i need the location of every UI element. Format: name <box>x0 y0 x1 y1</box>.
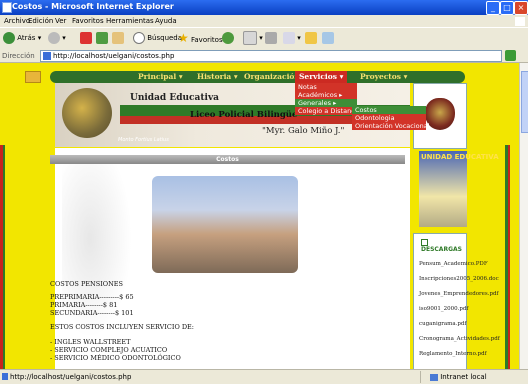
back-arrow-icon <box>3 32 15 44</box>
service-item: - INGLES WALLSTREET <box>50 338 131 346</box>
toolbar: Atrás ▾ ▾ Búsqueda ★ Favoritos ▾ ▾ <box>0 27 528 50</box>
scrollbar-thumb[interactable] <box>521 71 528 133</box>
costs-note: ESTOS COSTOS INCLUYEN SERVICIO DE: <box>50 323 194 331</box>
download-link[interactable]: Inscripciones2005_2006.doc <box>419 276 499 282</box>
search-button[interactable]: Búsqueda <box>133 31 182 45</box>
messenger-icon <box>322 32 334 44</box>
edit-button[interactable]: ▾ <box>283 31 301 45</box>
window-title: Costos - Microsoft Internet Explorer <box>12 2 174 11</box>
emblem-image <box>62 88 112 138</box>
favorites-button[interactable]: ★ Favoritos <box>178 31 223 45</box>
home-icon <box>112 32 124 44</box>
download-link[interactable]: Reglamento_Interno.pdf <box>419 351 487 357</box>
price-preprimaria: PREPRIMARIA---------$ 65 <box>50 293 134 301</box>
submenu-item[interactable]: Orientación Vocacional <box>352 122 430 130</box>
banner-motto: Monto Fortius Latius <box>118 137 169 143</box>
right-red-strip <box>508 145 510 369</box>
status-text: http://localhost/uelgani/costos.php <box>10 373 132 381</box>
dropdown-item[interactable]: Académicos ▸ <box>295 91 357 99</box>
download-link[interactable]: Cronograma_Actividades.pdf <box>419 336 500 342</box>
nav-historia[interactable]: Historia ▾ <box>197 71 238 83</box>
downloads-icon <box>421 239 428 246</box>
dropdown-item[interactable]: Notas <box>295 83 357 91</box>
stop-button[interactable] <box>80 31 92 45</box>
intranet-icon <box>430 373 438 381</box>
search-icon <box>133 32 145 44</box>
folder-button[interactable] <box>305 31 317 45</box>
refresh-icon <box>96 32 108 44</box>
minimize-button[interactable]: _ <box>486 1 500 15</box>
messenger-button[interactable] <box>322 31 334 45</box>
forward-arrow-icon <box>48 32 60 44</box>
download-link[interactable]: Jovenes_Emprendedores.pdf <box>419 291 499 297</box>
address-input[interactable]: http://localhost/uelgani/costos.php <box>40 50 502 62</box>
print-icon <box>265 32 277 44</box>
folder-icon <box>305 32 317 44</box>
menu-ver[interactable]: Ver <box>55 17 66 25</box>
forward-button[interactable]: ▾ <box>48 31 66 45</box>
left-green-strip <box>3 145 5 369</box>
nav-bar: Principal ▾ Historia ▾ Organización ▾ Se… <box>50 71 465 83</box>
security-zone: Intranet local <box>430 373 487 381</box>
mail-button[interactable]: ▾ <box>243 31 263 45</box>
nav-principal[interactable]: Principal ▾ <box>138 71 183 83</box>
go-button[interactable] <box>505 50 516 61</box>
dropdown-item-selected[interactable]: Generales ▸ <box>295 99 357 107</box>
service-item: - SERVICIO MÉDICO ODONTOLÓGICO <box>50 354 181 362</box>
close-button[interactable]: × <box>514 1 528 15</box>
vertical-scrollbar[interactable] <box>519 63 528 369</box>
nav-servicios[interactable]: Servicios ▾ <box>295 71 348 83</box>
price-primaria: PRIMARIA--------$ 81 <box>50 301 118 309</box>
back-button[interactable]: Atrás ▾ <box>3 31 41 45</box>
generales-submenu: Costos Odontologia Orientación Vocaciona… <box>352 106 430 130</box>
submenu-item-selected[interactable]: Costos <box>352 106 426 114</box>
page-viewport: Principal ▾ Historia ▾ Organización ▾ Se… <box>0 63 519 369</box>
address-label: Dirección <box>2 52 35 60</box>
edit-icon <box>283 32 295 44</box>
mail-icon <box>243 31 257 45</box>
advert-title: UNIDAD EDUCATIVA <box>421 153 499 161</box>
service-item: - SERVICIO COMPLEJO ACUATICO <box>50 346 168 354</box>
history-icon <box>222 32 234 44</box>
costs-heading: COSTOS PENSIONES <box>50 280 123 288</box>
ie-icon <box>2 2 12 13</box>
servicios-dropdown: Notas Académicos ▸ Generales ▸ Colegio a… <box>295 83 361 115</box>
page-icon <box>43 52 51 60</box>
menu-favoritos[interactable]: Favoritos <box>72 17 104 25</box>
home-button[interactable] <box>112 31 124 45</box>
downloads-panel <box>413 233 467 369</box>
title-bar: Costos - Microsoft Internet Explorer _ □… <box>0 0 528 15</box>
star-icon: ★ <box>178 31 189 45</box>
page-icon <box>2 373 8 380</box>
download-link[interactable]: Pensum_Academico.PDF <box>419 261 488 267</box>
address-bar: Dirección http://localhost/uelgani/costo… <box>0 49 528 63</box>
section-title-bar: Costos <box>50 155 405 164</box>
download-link[interactable]: cuganigrama.pdf <box>419 321 466 327</box>
status-separator <box>420 371 421 383</box>
refresh-button[interactable] <box>96 31 108 45</box>
menu-herramientas[interactable]: Herramientas <box>106 17 154 25</box>
history-button[interactable] <box>222 31 234 45</box>
banner-line1: Unidad Educativa <box>130 93 220 103</box>
download-link[interactable]: iso9001_2000.pdf <box>419 306 468 312</box>
students-photo <box>152 176 298 273</box>
banner-line3: "Myr. Galo Miño J." <box>262 126 345 136</box>
submenu-item[interactable]: Odontologia <box>352 114 426 122</box>
advert-image[interactable] <box>419 151 467 227</box>
banner-line2: Liceo Policial Bilingüe <box>190 110 298 120</box>
status-bar: http://localhost/uelgani/costos.php Intr… <box>0 369 528 384</box>
windows-logo-icon <box>515 17 525 26</box>
menu-bar: Archivo Edición Ver Favoritos Herramient… <box>0 15 528 26</box>
menu-ayuda[interactable]: Ayuda <box>155 17 177 25</box>
menu-archivo[interactable]: Archivo <box>4 17 30 25</box>
maximize-button[interactable]: □ <box>500 1 514 15</box>
menu-edicion[interactable]: Edición <box>28 17 53 25</box>
folder-icon[interactable] <box>25 71 41 83</box>
print-button[interactable] <box>265 31 277 45</box>
nav-proyectos[interactable]: Proyectos ▾ <box>360 71 407 83</box>
dropdown-item[interactable]: Colegio a Distancia <box>295 107 361 115</box>
price-secundaria: SECUNDARIA--------$ 101 <box>50 309 134 317</box>
stop-icon <box>80 32 92 44</box>
downloads-title: DESCARGAS <box>421 246 462 253</box>
